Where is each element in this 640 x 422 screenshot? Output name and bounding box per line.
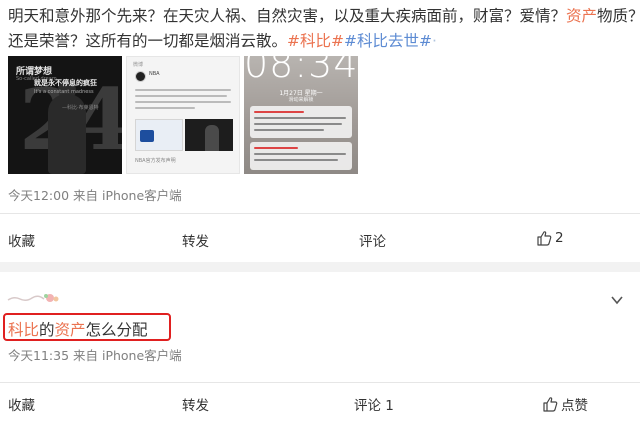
like-button[interactable]: 点赞 [542, 394, 588, 414]
like-button[interactable]: 2 [536, 230, 564, 246]
comment-meta: 今天11:35 来自 iPhone客户端 [8, 348, 182, 363]
img-quote-sub: It's a constant madness [34, 89, 94, 95]
image-thumbnail-kobe-dream[interactable]: 24 所谓梦想 So-called dream 就是永不停息的疯狂 It's a… [8, 56, 122, 174]
image-thumbnail-screenshot[interactable]: 微博 NBA NBA官方发布声明 [126, 56, 240, 174]
notification-card [250, 106, 352, 138]
nba-avatar [135, 71, 146, 82]
screenshot-footer: NBA官方发布声明 [135, 158, 176, 164]
post-meta: 今天12:00 来自 iPhone客户端 [8, 188, 182, 203]
post-body: 明天和意外那个先来？在天灾人祸、自然灾害，以及重大疾病面前，财富？爱情？资产物质… [8, 4, 640, 54]
player-image [185, 119, 233, 151]
text-line [135, 89, 231, 91]
text-line [135, 101, 231, 103]
screenshot-header: 微博 [133, 62, 144, 68]
notification-card [250, 142, 352, 170]
like-label: 点赞 [561, 398, 588, 414]
divider [0, 213, 640, 214]
repost-button[interactable]: 转发 [182, 394, 209, 414]
divider [0, 382, 640, 383]
keyword-kobe[interactable]: 科比 [8, 321, 39, 339]
nba-logo-image [135, 119, 183, 151]
hashtag-kobe-death[interactable]: #科比去世# [344, 32, 432, 50]
notif-title-line [254, 147, 298, 149]
img-signature: —科比·布莱恩特 [62, 105, 99, 111]
notif-text-line [254, 129, 324, 131]
text-fade: · [431, 32, 437, 50]
chevron-down-icon[interactable] [610, 293, 624, 307]
post-line-1: 明天和意外那个先来？在天灾人祸、自然灾害，以及重大疾病面前，财富？爱情？资产物质… [8, 4, 640, 29]
person-icon [205, 125, 219, 151]
comment-button[interactable]: 评论 1 [354, 394, 394, 414]
lockscreen-time: 08:34 [244, 56, 358, 86]
text-line [135, 95, 227, 97]
section-separator [0, 262, 640, 272]
comment-text-segment: 的 [39, 321, 55, 339]
comment-button[interactable]: 评论 [359, 230, 386, 250]
like-count: 2 [555, 230, 564, 246]
thumbs-up-icon [537, 231, 552, 246]
hashtag-kobe[interactable]: #科比# [287, 32, 344, 50]
favorite-button[interactable]: 收藏 [8, 230, 35, 250]
image-thumbnail-lockscreen[interactable]: 08:34 1月27日 星期一 滑动来解锁 [244, 56, 358, 174]
notif-text-line [254, 159, 338, 161]
keyword-asset[interactable]: 资产 [55, 321, 86, 339]
user-avatar-icon[interactable] [6, 290, 66, 306]
favorite-button[interactable]: 收藏 [8, 394, 35, 414]
post-text-segment: 还是荣誉？这所有的一切都是烟消云散。 [8, 32, 288, 50]
notif-title-line [254, 111, 304, 113]
repost-button[interactable]: 转发 [182, 230, 209, 250]
notif-text-line [254, 123, 342, 125]
img-quote: 就是永不停息的疯狂 [34, 79, 97, 87]
comment-body: 科比的资产怎么分配 [8, 318, 148, 340]
comment-action-bar: 收藏 转发 评论 1 点赞 [0, 388, 640, 418]
post-text-segment: 明天和意外那个先来？在天灾人祸、自然灾害，以及重大疾病面前，财富？爱情？ [8, 7, 567, 25]
post-line-2: 还是荣誉？这所有的一切都是烟消云散。#科比##科比去世#· [8, 29, 632, 54]
post-action-bar: 收藏 转发 评论 2 [0, 224, 640, 254]
text-line [135, 107, 195, 109]
comment-text-segment: 怎么分配 [85, 321, 148, 339]
lockscreen-sub: 滑动来解锁 [288, 97, 314, 103]
post-text-segment: 物质？ [597, 7, 640, 25]
keyword-asset[interactable]: 资产 [566, 7, 597, 25]
notif-text-line [254, 117, 346, 119]
nba-logo-icon [140, 130, 154, 142]
thumbs-up-icon [543, 397, 558, 412]
notif-text-line [254, 153, 346, 155]
screenshot-username: NBA [149, 71, 160, 77]
